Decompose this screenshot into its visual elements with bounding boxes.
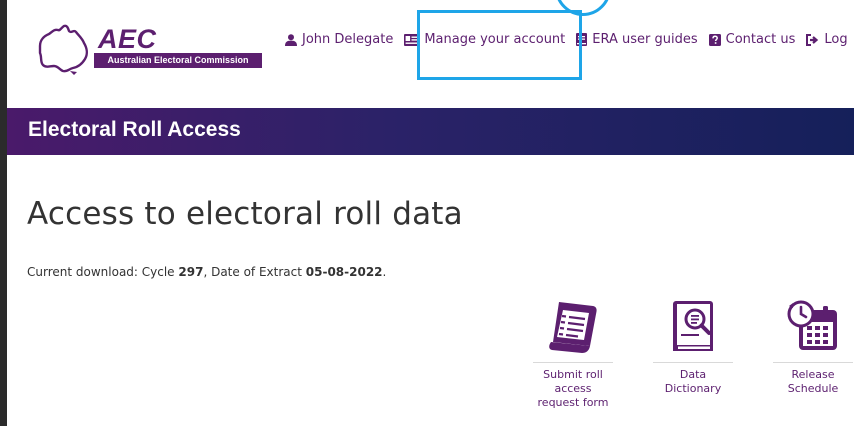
tile-divider	[773, 362, 853, 363]
question-icon	[708, 33, 721, 46]
download-date: 05-08-2022	[305, 265, 383, 279]
nav-manage-account-label: Manage your account	[424, 32, 566, 47]
tile-divider	[653, 362, 733, 363]
australia-map-icon	[38, 24, 88, 75]
form-icon	[549, 302, 597, 353]
download-middle: , Date of Extract	[203, 265, 306, 279]
download-suffix: .	[382, 265, 387, 279]
tile-submit-request-label: Submit roll access request form	[537, 368, 609, 409]
nav-user-guides[interactable]: ERA user guides	[576, 32, 698, 47]
logo-acronym: AEC	[98, 24, 157, 54]
logo-full-name: Australian Electoral Commission	[94, 53, 262, 68]
tile-release-schedule-label: Release Schedule	[787, 368, 839, 395]
book-icon	[576, 33, 588, 46]
page-title: Access to electoral roll data	[27, 196, 463, 232]
aec-logo[interactable]: AEC Australian Electoral Commission	[34, 22, 274, 76]
tile-data-dictionary-label: Data Dictionary	[664, 368, 722, 395]
calendar-icon	[787, 300, 837, 350]
sign-out-icon	[806, 33, 819, 46]
dictionary-icon	[673, 301, 713, 351]
current-download-info: Current download: Cycle 297, Date of Ext…	[27, 265, 386, 279]
nav-manage-account[interactable]: Manage your account	[404, 32, 565, 47]
nav-logout-label: Log	[824, 32, 848, 47]
nav-user[interactable]: John Delegate	[285, 32, 393, 47]
tile-divider	[533, 362, 613, 363]
user-icon	[285, 33, 297, 46]
nav-user-guides-label: ERA user guides	[592, 32, 698, 47]
nav-contact-label: Contact us	[725, 32, 796, 47]
site-header: AEC Australian Electoral Commission John…	[7, 0, 854, 108]
download-cycle: 297	[178, 265, 204, 279]
download-prefix: Current download: Cycle	[27, 265, 179, 279]
nav-contact[interactable]: Contact us	[708, 32, 796, 47]
nav-user-label: John Delegate	[302, 32, 394, 47]
id-card-icon	[404, 33, 420, 46]
tile-submit-request[interactable]: Submit roll access request form	[533, 298, 613, 410]
top-navigation: John Delegate Manage your account ERA us…	[285, 32, 854, 47]
tile-data-dictionary[interactable]: Data Dictionary	[653, 298, 733, 396]
nav-logout[interactable]: Log	[806, 32, 848, 47]
page-banner: Electoral Roll Access	[7, 108, 854, 155]
banner-title: Electoral Roll Access	[28, 118, 241, 141]
tile-release-schedule[interactable]: Release Schedule	[773, 298, 853, 396]
window-edge	[0, 0, 7, 426]
